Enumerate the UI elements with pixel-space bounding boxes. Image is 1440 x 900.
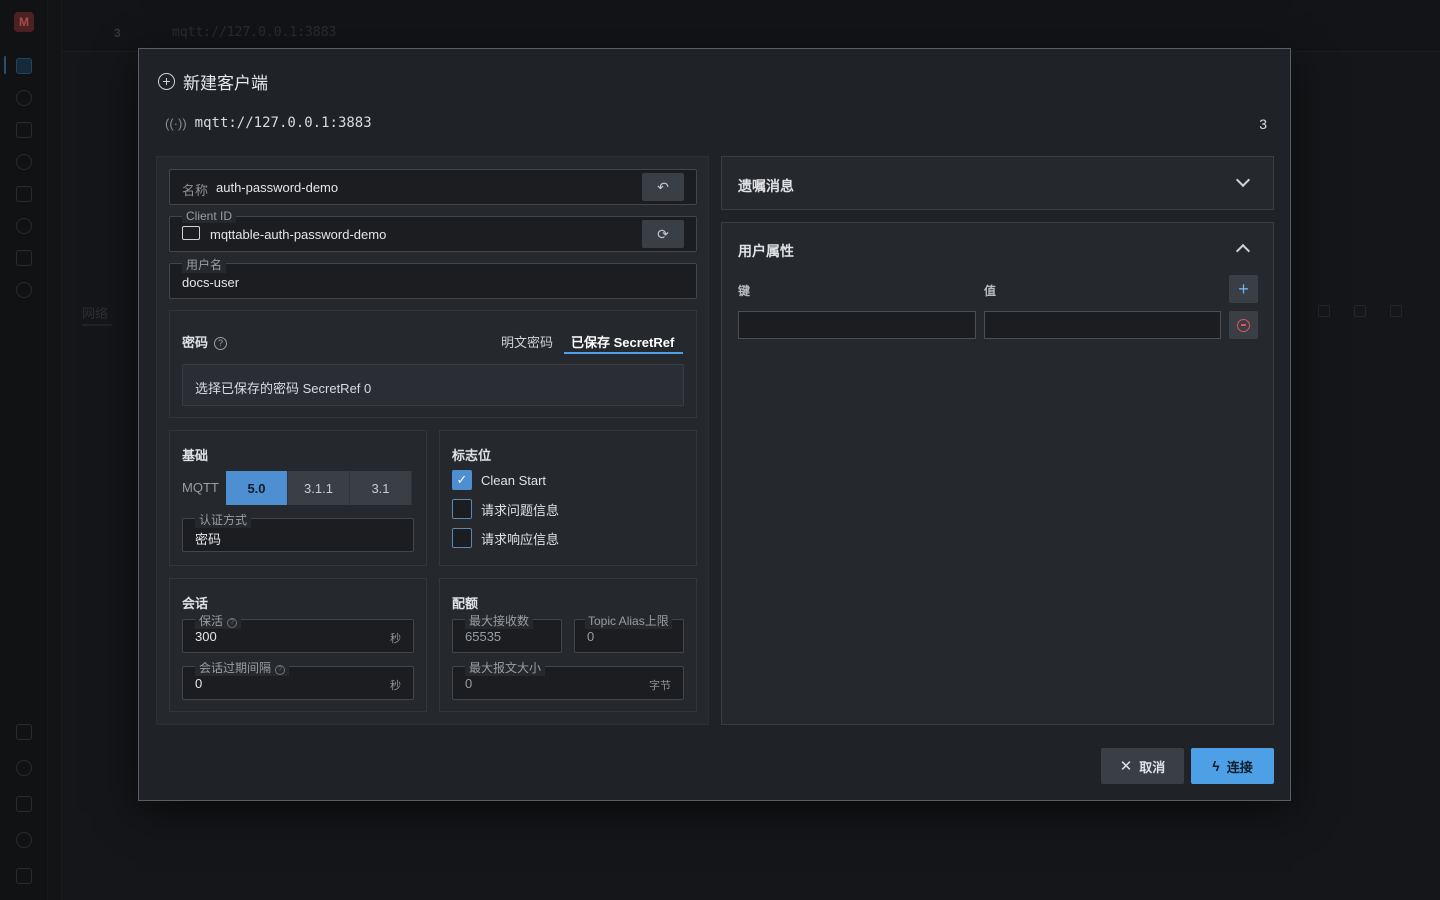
minus-circle-icon bbox=[1237, 318, 1250, 332]
request-response-info-checkbox[interactable]: 请求响应信息 bbox=[452, 528, 559, 548]
auth-method-field[interactable]: 认证方式 密码 bbox=[182, 511, 414, 552]
plus-icon: + bbox=[1238, 279, 1249, 299]
remove-property-button[interactable] bbox=[1229, 311, 1258, 339]
session-section: 会话 保活? 300 秒 会话过期间隔? 0 秒 bbox=[169, 578, 427, 712]
request-problem-info-label: 请求问题信息 bbox=[481, 502, 560, 518]
regenerate-client-id-button[interactable]: ⟳ bbox=[642, 220, 684, 248]
request-response-info-label: 请求响应信息 bbox=[481, 531, 560, 547]
max-receive-value[interactable]: 65535 bbox=[465, 629, 501, 644]
auth-method-label: 认证方式 bbox=[195, 511, 252, 528]
name-value[interactable]: auth-password-demo bbox=[216, 180, 338, 195]
add-circle-icon bbox=[158, 73, 175, 90]
dialog-header: 新建客户端 bbox=[158, 69, 268, 94]
session-title: 会话 bbox=[182, 596, 209, 611]
chevron-up-icon[interactable] bbox=[1235, 243, 1251, 259]
username-value[interactable]: docs-user bbox=[182, 275, 239, 290]
will-message-section[interactable]: 遗嘱消息 bbox=[721, 156, 1274, 210]
refresh-icon: ⟳ bbox=[657, 225, 669, 242]
user-properties-title: 用户属性 bbox=[738, 243, 794, 259]
flags-title: 标志位 bbox=[452, 448, 492, 463]
name-label: 名称 bbox=[182, 183, 209, 198]
topic-alias-field[interactable]: Topic Alias上限 0 bbox=[574, 612, 684, 653]
property-key-input[interactable] bbox=[738, 311, 976, 339]
max-receive-field[interactable]: 最大接收数 65535 bbox=[452, 612, 562, 653]
max-packet-label: 最大报文大小 bbox=[465, 659, 546, 676]
auth-method-value: 密码 bbox=[195, 532, 222, 547]
topic-alias-label: Topic Alias上限 bbox=[585, 612, 672, 629]
dialog-title: 新建客户端 bbox=[183, 74, 268, 93]
key-header: 键 bbox=[738, 284, 751, 298]
quota-section: 配额 最大接收数 65535 Topic Alias上限 0 最大报文大小 0 … bbox=[439, 578, 697, 712]
max-packet-unit: 字节 bbox=[649, 680, 671, 692]
flags-section: 标志位 ✓ Clean Start 请求问题信息 请求响应信息 bbox=[439, 430, 697, 566]
clean-start-checkbox[interactable]: ✓ Clean Start bbox=[452, 470, 546, 490]
mqtt-version-label: MQTT bbox=[182, 480, 219, 495]
help-icon[interactable]: ? bbox=[214, 337, 228, 350]
add-property-button[interactable]: + bbox=[1229, 275, 1258, 303]
connect-label: 连接 bbox=[1226, 759, 1253, 775]
lightning-icon: ϟ bbox=[1212, 758, 1220, 774]
username-label: 用户名 bbox=[182, 256, 227, 273]
client-id-field[interactable]: Client ID mqttable-auth-password-demo ⟳ bbox=[169, 209, 697, 252]
checkbox-empty[interactable] bbox=[452, 499, 472, 519]
max-receive-label: 最大接收数 bbox=[465, 612, 534, 629]
keepalive-label: 保活? bbox=[195, 612, 242, 629]
password-title: 密码? bbox=[182, 332, 228, 351]
session-expiry-field[interactable]: 会话过期间隔? 0 秒 bbox=[182, 659, 414, 700]
keepalive-unit: 秒 bbox=[390, 633, 401, 645]
max-packet-value[interactable]: 0 bbox=[465, 676, 472, 691]
cancel-label: 取消 bbox=[1139, 759, 1166, 775]
help-icon[interactable]: ? bbox=[227, 618, 238, 628]
session-expiry-value[interactable]: 0 bbox=[195, 676, 202, 691]
session-expiry-label: 会话过期间隔? bbox=[195, 659, 290, 676]
undo-icon: ↶ bbox=[657, 178, 669, 195]
property-value-input[interactable] bbox=[984, 311, 1221, 339]
help-icon[interactable]: ? bbox=[275, 665, 286, 675]
version-5-0[interactable]: 5.0 bbox=[226, 471, 288, 505]
connection-settings-panel: 名称 auth-password-demo ↶ Client ID mqttab… bbox=[156, 156, 709, 725]
user-properties-section: 用户属性 键 值 + bbox=[721, 222, 1274, 725]
cancel-button[interactable]: ✕ 取消 bbox=[1101, 748, 1184, 784]
keepalive-field[interactable]: 保活? 300 秒 bbox=[182, 612, 414, 653]
client-id-value[interactable]: mqttable-auth-password-demo bbox=[210, 227, 386, 242]
version-3-1[interactable]: 3.1 bbox=[350, 471, 412, 505]
basic-section: 基础 MQTT 5.0 3.1.1 3.1 认证方式 密码 bbox=[169, 430, 427, 566]
broker-url: mqtt://127.0.0.1:3883 bbox=[194, 115, 372, 131]
close-icon: ✕ bbox=[1119, 758, 1133, 775]
keepalive-value[interactable]: 300 bbox=[195, 629, 217, 644]
username-field[interactable]: 用户名 docs-user bbox=[169, 256, 697, 299]
checkbox-empty[interactable] bbox=[452, 528, 472, 548]
secretref-select-text: 选择已保存的密码 SecretRef 0 bbox=[195, 381, 372, 396]
mqtt-version-selector: 5.0 3.1.1 3.1 bbox=[226, 471, 412, 505]
topic-alias-value[interactable]: 0 bbox=[587, 629, 594, 644]
new-client-dialog: 新建客户端 ((·)) mqtt://127.0.0.1:3883 3 名称 a… bbox=[138, 48, 1291, 801]
max-packet-field[interactable]: 最大报文大小 0 字节 bbox=[452, 659, 684, 700]
basic-title: 基础 bbox=[182, 448, 209, 463]
quota-title: 配额 bbox=[452, 596, 479, 611]
reset-name-button[interactable]: ↶ bbox=[642, 173, 684, 201]
connect-button[interactable]: ϟ 连接 bbox=[1191, 748, 1274, 784]
broker-url-row: ((·)) mqtt://127.0.0.1:3883 bbox=[165, 115, 372, 131]
check-icon[interactable]: ✓ bbox=[452, 470, 472, 490]
will-message-title: 遗嘱消息 bbox=[738, 178, 794, 194]
name-field[interactable]: 名称 auth-password-demo ↶ bbox=[169, 169, 697, 205]
secretref-select[interactable]: 选择已保存的密码 SecretRef 0 bbox=[182, 364, 684, 406]
tab-saved-secretref[interactable]: 已保存 SecretRef bbox=[571, 332, 674, 351]
tab-plain-password[interactable]: 明文密码 bbox=[501, 332, 553, 351]
clean-start-label: Clean Start bbox=[481, 472, 547, 488]
client-count: 3 bbox=[1259, 116, 1267, 132]
device-icon bbox=[182, 226, 200, 240]
session-expiry-unit: 秒 bbox=[390, 680, 401, 692]
tab-active-indicator bbox=[564, 352, 683, 354]
value-header: 值 bbox=[984, 284, 997, 298]
password-section: 密码? 明文密码 已保存 SecretRef 选择已保存的密码 SecretRe… bbox=[169, 310, 697, 418]
client-id-label: Client ID bbox=[182, 209, 237, 223]
version-3-1-1[interactable]: 3.1.1 bbox=[288, 471, 350, 505]
request-problem-info-checkbox[interactable]: 请求问题信息 bbox=[452, 499, 559, 519]
chevron-down-icon[interactable] bbox=[1235, 172, 1251, 188]
broadcast-icon: ((·)) bbox=[165, 115, 187, 131]
